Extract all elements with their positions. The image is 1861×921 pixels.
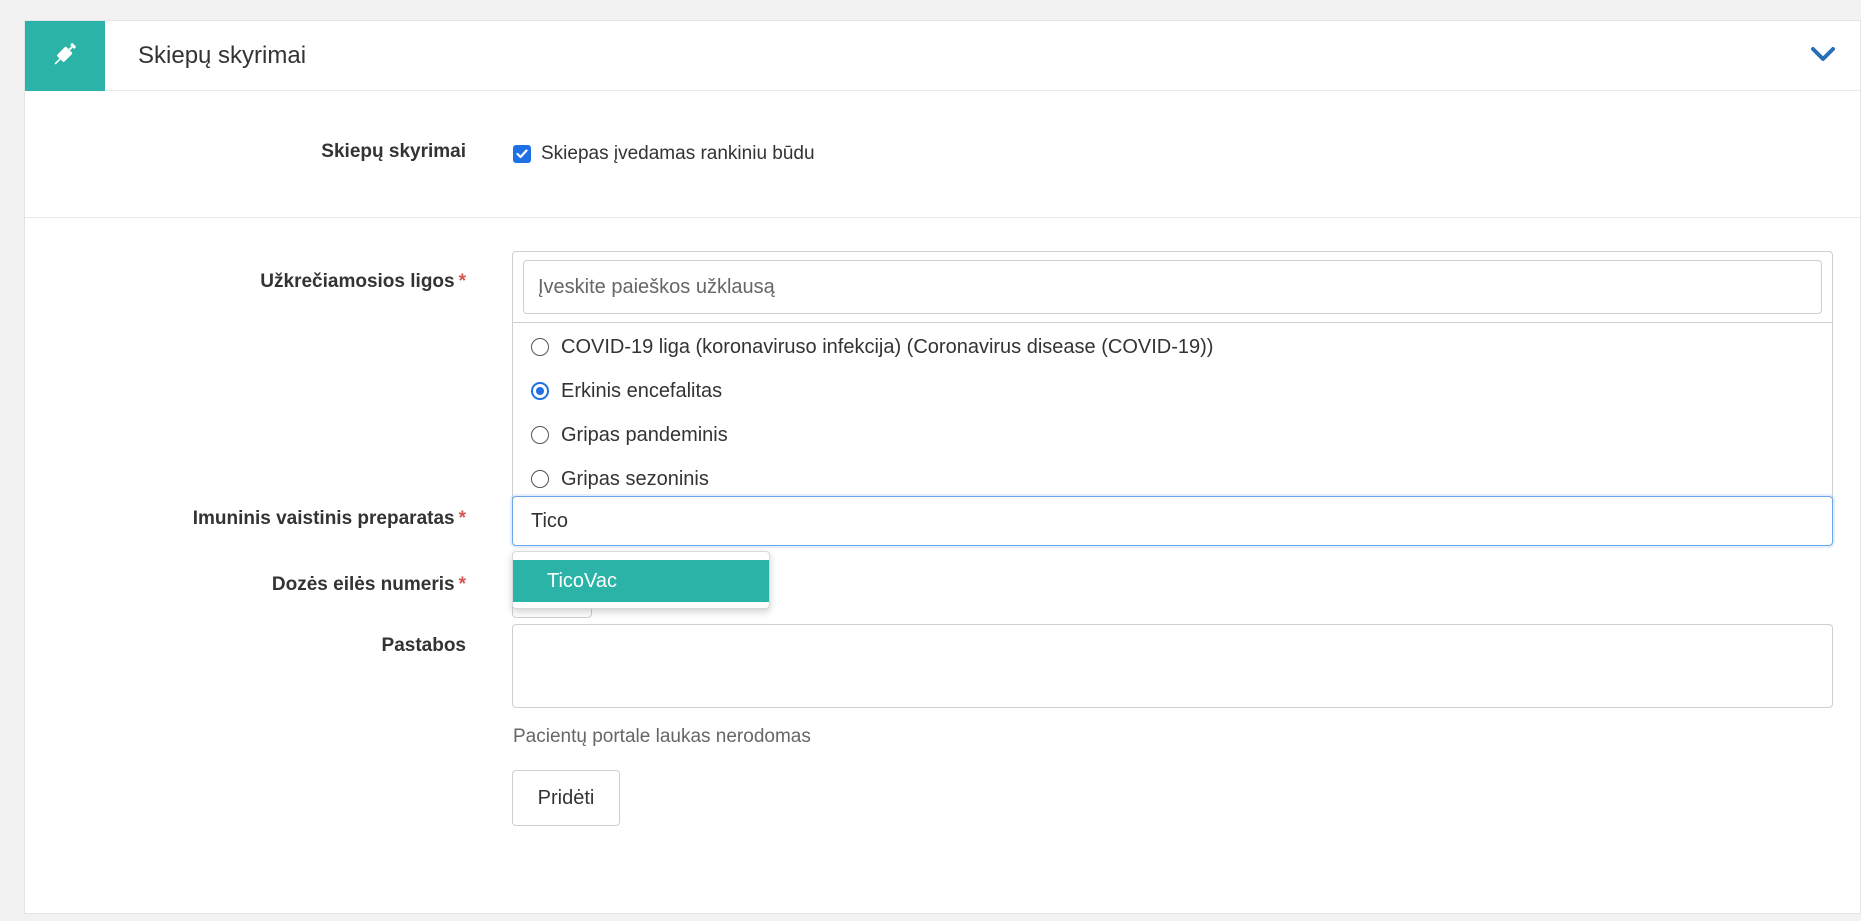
required-mark: * [458, 271, 466, 292]
add-button[interactable]: Pridėti [512, 770, 620, 826]
panel-header[interactable]: Skiepų skyrimai [25, 21, 1860, 91]
header-icon-box [25, 21, 105, 91]
diseases-selector: COVID-19 liga (koronaviruso infekcija) (… [512, 251, 1833, 511]
vaccine-label: Imuninis vaistinis preparatas * [25, 508, 466, 530]
vaccine-input[interactable] [512, 496, 1833, 546]
manual-entry-row: Skiepų skyrimai Skiepas įvedamas rankini… [25, 91, 1860, 218]
disease-option-covid19[interactable]: COVID-19 liga (koronaviruso infekcija) (… [513, 325, 1832, 369]
vaccine-label-text: Imuninis vaistinis preparatas [192, 508, 455, 529]
panel-title: Skiepų skyrimai [138, 42, 307, 69]
disease-options-list: COVID-19 liga (koronaviruso infekcija) (… [513, 322, 1832, 501]
vaccine-autocomplete-dropdown: TicoVac [512, 551, 770, 609]
required-mark: * [458, 574, 466, 595]
checkbox-checked-icon[interactable] [513, 145, 531, 163]
dose-label: Dozės eilės numeris * [25, 574, 466, 596]
dose-label-text: Dozės eilės numeris [271, 574, 455, 595]
radio-button[interactable] [531, 338, 549, 356]
manual-entry-label: Skiepų skyrimai [321, 141, 466, 162]
disease-option-label: Erkinis encefalitas [561, 379, 723, 402]
required-mark: * [458, 508, 466, 529]
disease-option-label: Gripas sezoninis [561, 467, 709, 490]
radio-button[interactable] [531, 470, 549, 488]
radio-button[interactable] [531, 426, 549, 444]
collapse-button[interactable] [1806, 39, 1840, 73]
disease-option-label: Gripas pandeminis [561, 423, 728, 446]
syringe-icon [50, 39, 80, 74]
notes-textarea[interactable] [512, 624, 1833, 708]
disease-option-tick-borne-encephalitis[interactable]: Erkinis encefalitas [513, 369, 1832, 413]
manual-entry-checkbox-label: Skiepas įvedamas rankiniu būdu [541, 143, 815, 164]
autocomplete-option-ticovac[interactable]: TicoVac [513, 560, 769, 602]
disease-search-input[interactable] [523, 260, 1822, 314]
diseases-label: Užkrečiamosios ligos * [25, 271, 466, 293]
chevron-down-icon [1810, 45, 1836, 68]
notes-hint: Pacientų portale laukas nerodomas [513, 726, 811, 747]
diseases-label-text: Užkrečiamosios ligos [260, 271, 455, 292]
notes-label: Pastabos [381, 635, 466, 656]
disease-option-label: COVID-19 liga (koronaviruso infekcija) (… [561, 335, 1214, 358]
vaccination-panel: Skiepų skyrimai Skiepų skyrimai Skiepas … [24, 20, 1861, 914]
disease-option-seasonal-flu[interactable]: Gripas sezoninis [513, 457, 1832, 501]
manual-entry-checkbox[interactable]: Skiepas įvedamas rankiniu būdu [513, 143, 815, 165]
disease-option-pandemic-flu[interactable]: Gripas pandeminis [513, 413, 1832, 457]
radio-button-selected[interactable] [531, 382, 549, 400]
